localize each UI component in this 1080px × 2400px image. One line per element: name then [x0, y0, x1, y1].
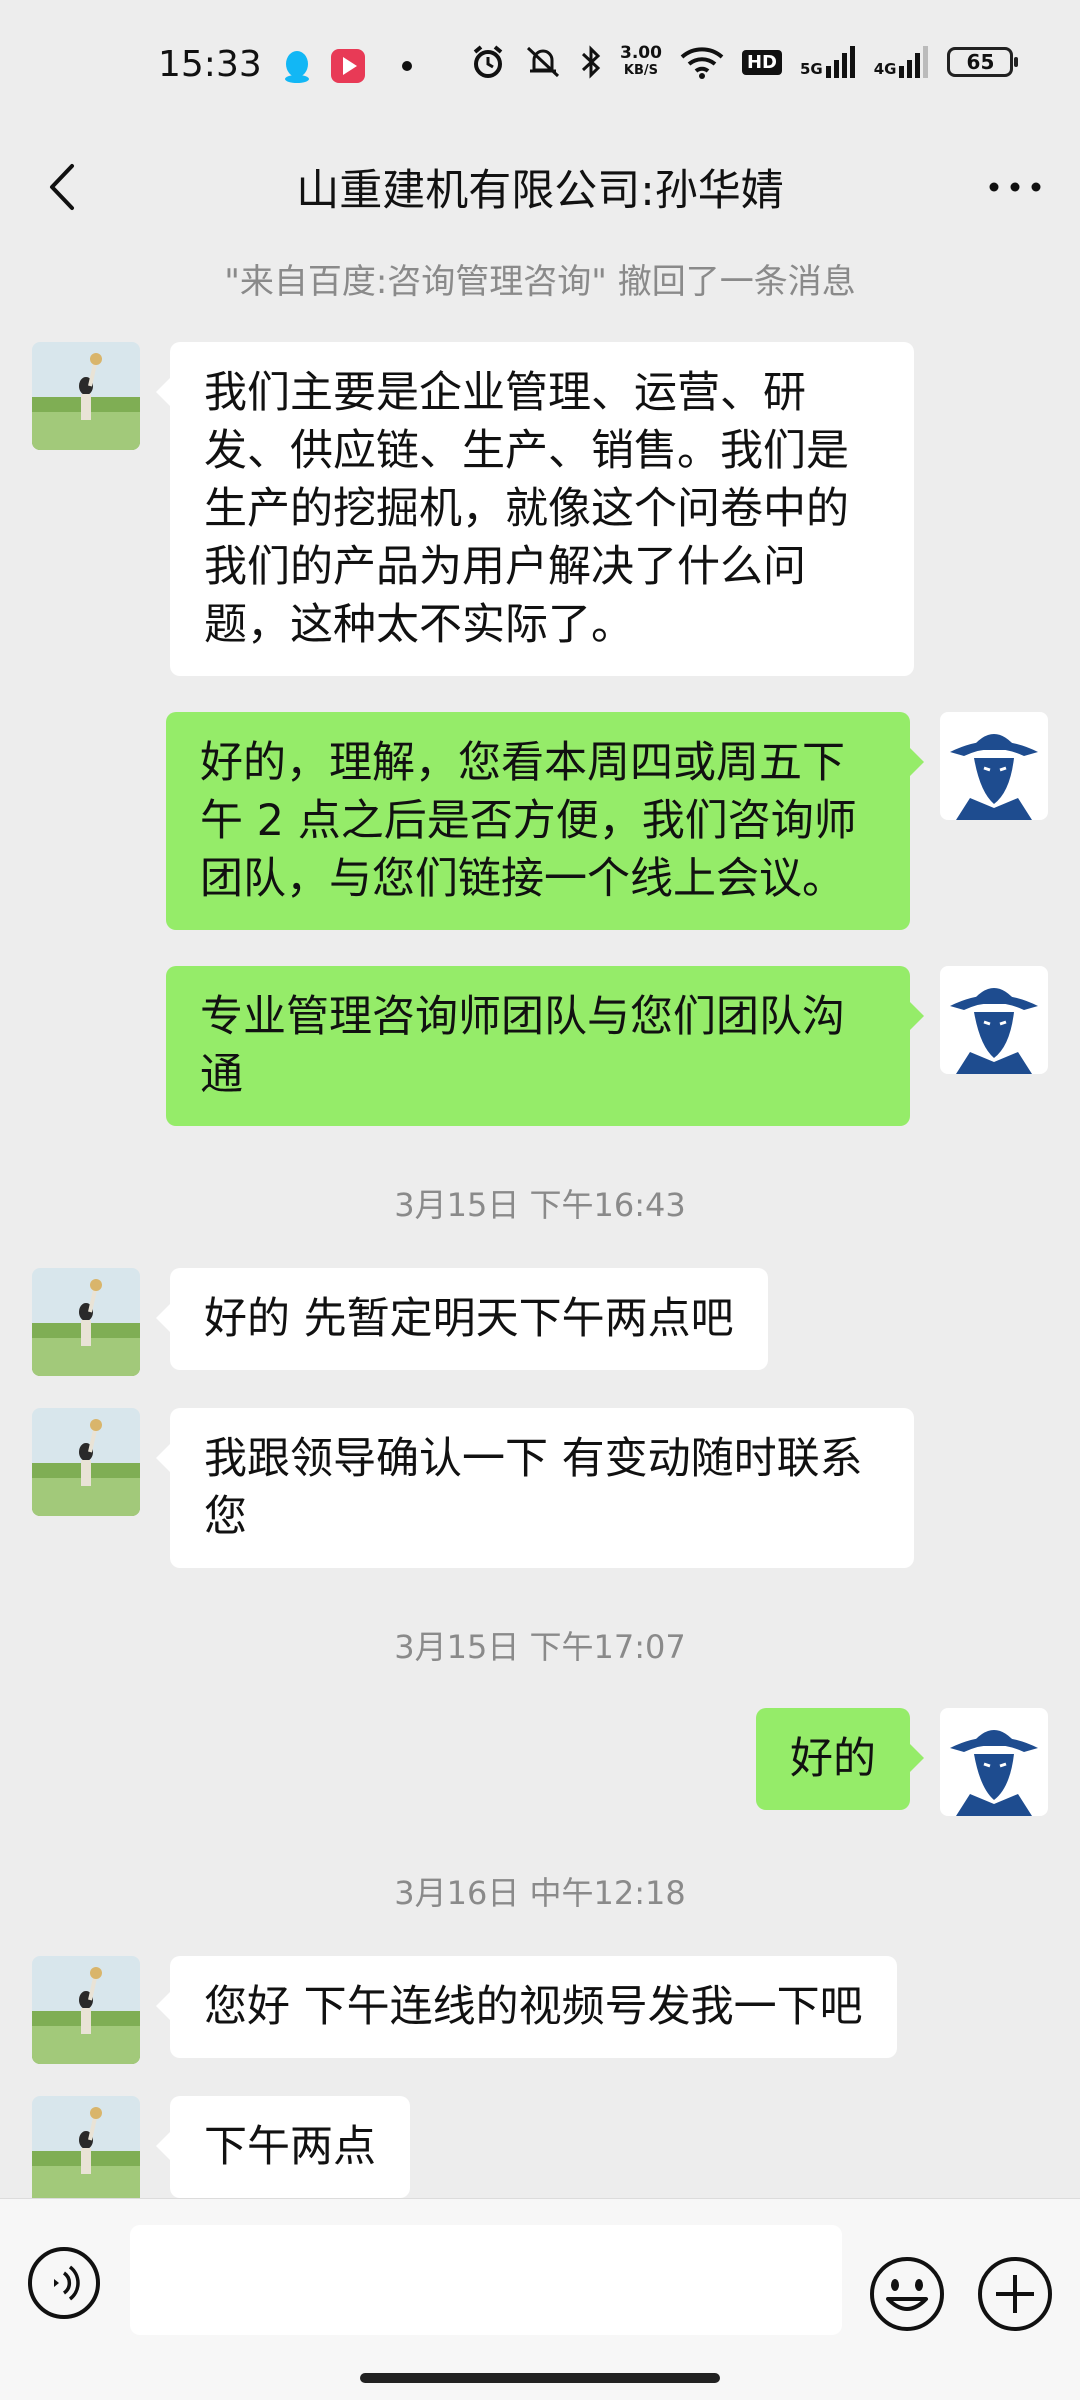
chat-header: 山重建机有限公司:孙华婧 — [0, 130, 1080, 246]
contact-avatar[interactable] — [32, 1408, 140, 1516]
message-bubble-incoming[interactable]: 下午两点 — [156, 2096, 410, 2198]
message-bubble-outgoing[interactable]: 好的，理解，您看本周四或周五下午 2 点之后是否方便，我们咨询师团队，与您们链接… — [166, 712, 924, 930]
avatar-explorer-icon — [940, 712, 1048, 820]
voice-button[interactable] — [26, 2245, 102, 2321]
message-bubble-incoming[interactable]: 我跟领导确认一下 有变动随时联系您 — [156, 1408, 914, 1568]
my-avatar[interactable] — [940, 966, 1048, 1074]
emoji-icon — [870, 2257, 944, 2331]
net2-label: 4G — [873, 60, 897, 78]
contact-avatar[interactable] — [32, 1268, 140, 1376]
alarm-icon — [473, 45, 503, 78]
system-status-icons: 3.00 KB/S HD 5G 4G 65 — [470, 44, 1019, 80]
contact-avatar[interactable] — [32, 2096, 140, 2204]
more-functions-button[interactable] — [976, 2255, 1054, 2333]
my-avatar[interactable] — [940, 712, 1048, 820]
notification-icons — [282, 48, 418, 84]
message-input[interactable] — [130, 2225, 842, 2335]
my-avatar[interactable] — [940, 1708, 1048, 1816]
contact-avatar[interactable] — [32, 1956, 140, 2064]
message-bubble-outgoing[interactable]: 专业管理咨询师团队与您们团队沟通 — [166, 966, 924, 1126]
battery-indicator: 65 — [947, 47, 1019, 77]
back-button[interactable] — [30, 152, 100, 222]
avatar-landscape-icon — [32, 1956, 140, 2064]
signal-4g: 4G — [874, 46, 930, 78]
speed-value: 3.00 — [620, 43, 662, 63]
signal-icon-secondary — [899, 46, 929, 78]
avatar-explorer-icon — [940, 966, 1048, 1074]
video-app-icon — [331, 49, 365, 83]
message-bubble-incoming[interactable]: 您好 下午连线的视频号发我一下吧 — [156, 1956, 897, 2058]
message-timestamp: 3月15日 下午16:43 — [394, 1186, 686, 1224]
recall-notice: "来自百度:咨询管理咨询" 撤回了一条消息 — [224, 262, 856, 302]
net1-label: 5G — [799, 60, 823, 78]
page-title: 山重建机有限公司:孙华婧 — [296, 166, 784, 216]
signal-5g: 5G — [800, 46, 856, 78]
mute-icon — [526, 46, 560, 78]
message-bubble-incoming[interactable]: 我们主要是企业管理、运营、研发、供应链、生产、销售。我们是生产的挖掘机，就像这个… — [156, 342, 914, 676]
message-bubble-incoming[interactable]: 好的 先暂定明天下午两点吧 — [156, 1268, 768, 1370]
message-timestamp: 3月15日 下午17:07 — [394, 1628, 686, 1666]
contact-avatar[interactable] — [32, 342, 140, 450]
bluetooth-icon — [581, 45, 601, 79]
avatar-landscape-icon — [32, 1268, 140, 1376]
message-timestamp: 3月16日 中午12:18 — [394, 1874, 686, 1912]
avatar-landscape-icon — [32, 2096, 140, 2204]
chevron-left-icon — [50, 164, 74, 210]
plus-icon — [978, 2257, 1052, 2331]
chat-screen: 15:33 3.00 KB/S HD 5G 4G 65 山重建机有限公司:孙华婧… — [0, 0, 1080, 2400]
avatar-explorer-icon — [940, 1708, 1048, 1816]
hd-badge: HD — [741, 49, 782, 75]
home-indicator[interactable] — [360, 2373, 720, 2383]
signal-icon — [825, 46, 855, 78]
avatar-landscape-icon — [32, 342, 140, 450]
input-bar — [0, 2198, 1080, 2400]
qq-icon — [285, 51, 309, 83]
voice-icon — [28, 2247, 100, 2319]
message-bubble-outgoing[interactable]: 好的 — [756, 1708, 924, 1810]
wifi-icon — [680, 47, 724, 79]
emoji-button[interactable] — [868, 2255, 946, 2333]
avatar-landscape-icon — [32, 1408, 140, 1516]
speed-unit: KB/S — [623, 63, 659, 78]
status-time: 15:33 — [158, 44, 262, 85]
more-icon — [989, 182, 1041, 192]
more-button[interactable] — [980, 152, 1050, 222]
status-bar: 15:33 3.00 KB/S HD 5G 4G 65 — [0, 0, 1080, 130]
network-speed: 3.00 KB/S — [620, 45, 662, 79]
dot-icon — [402, 61, 412, 71]
